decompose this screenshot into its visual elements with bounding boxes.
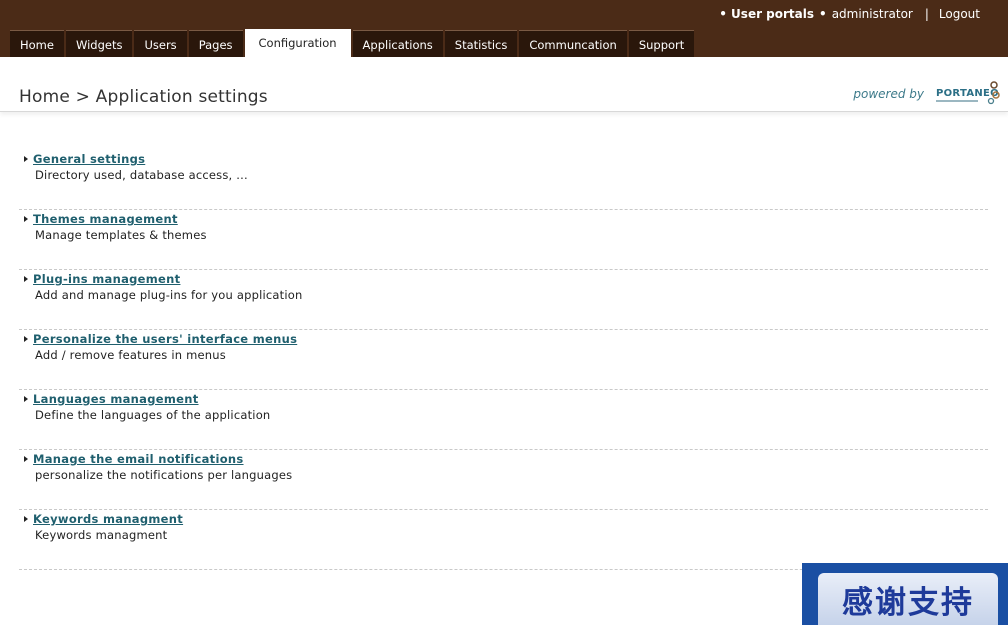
item-description: Add / remove features in menus <box>35 348 226 362</box>
themes-management-link[interactable]: Themes management <box>33 212 178 226</box>
item-description: Define the languages of the application <box>35 408 271 422</box>
list-item: Manage the email notifications personali… <box>19 450 988 510</box>
item-description: Keywords managment <box>35 528 168 542</box>
logo-swirl-icon <box>987 81 1000 105</box>
item-description: Add and manage plug-ins for you applicat… <box>35 288 303 302</box>
user-portals-link[interactable]: • User portals <box>719 7 814 21</box>
bullet-arrow-icon <box>24 216 28 222</box>
email-notifications-link[interactable]: Manage the email notifications <box>33 452 244 466</box>
plugins-management-link[interactable]: Plug-ins management <box>33 272 180 286</box>
list-item: Personalize the users' interface menus A… <box>19 330 988 390</box>
general-settings-link[interactable]: General settings <box>33 152 145 166</box>
list-item: Plug-ins management Add and manage plug-… <box>19 270 988 330</box>
tab-home[interactable]: Home <box>10 30 64 57</box>
tab-pages[interactable]: Pages <box>188 30 243 57</box>
item-description: personalize the notifications per langua… <box>35 468 293 482</box>
bullet-arrow-icon <box>24 336 28 342</box>
thanks-banner-text: 感谢支持 <box>842 584 974 621</box>
personalize-menus-link[interactable]: Personalize the users' interface menus <box>33 332 297 346</box>
title-bar: Home > Application settings powered by P… <box>0 57 1008 112</box>
user-bullet: • <box>819 7 827 21</box>
list-item: General settings Directory used, databas… <box>19 150 988 210</box>
bullet-arrow-icon <box>24 276 28 282</box>
tab-applications[interactable]: Applications <box>352 30 443 57</box>
top-bar: • User portals • administrator | Logout … <box>0 0 1008 57</box>
bullet-arrow-icon <box>24 156 28 162</box>
list-item: Keywords managment Keywords managment <box>19 510 988 570</box>
powered-by-label: powered by <box>853 87 924 101</box>
user-bar: • User portals • administrator | Logout <box>719 6 980 22</box>
thanks-banner: 感谢支持 <box>802 563 1008 625</box>
list-item: Themes management Manage templates & the… <box>19 210 988 270</box>
settings-list: General settings Directory used, databas… <box>19 150 988 570</box>
keywords-management-link[interactable]: Keywords managment <box>33 512 183 526</box>
powered-by: powered by PORTANEO <box>853 79 1000 109</box>
item-description: Directory used, database access, ... <box>35 168 248 182</box>
username-label: administrator <box>831 7 913 21</box>
bullet-arrow-icon <box>24 456 28 462</box>
languages-management-link[interactable]: Languages management <box>33 392 199 406</box>
tab-configuration[interactable]: Configuration <box>244 29 351 57</box>
breadcrumb: Home > Application settings <box>19 87 268 107</box>
logout-link[interactable]: Logout <box>939 7 980 21</box>
list-item: Languages management Define the language… <box>19 390 988 450</box>
tab-support[interactable]: Support <box>628 30 695 57</box>
bullet-arrow-icon <box>24 396 28 402</box>
tab-statistics[interactable]: Statistics <box>444 30 518 57</box>
portaneo-logo[interactable]: PORTANEO <box>936 79 1000 109</box>
item-description: Manage templates & themes <box>35 228 207 242</box>
tab-users[interactable]: Users <box>134 30 187 57</box>
bullet-arrow-icon <box>24 516 28 522</box>
header-separator: | <box>924 7 929 21</box>
tab-communcation[interactable]: Communcation <box>519 30 627 57</box>
main-nav-tabs: Home Widgets Users Pages Configuration A… <box>10 29 696 57</box>
tab-widgets[interactable]: Widgets <box>65 30 133 57</box>
